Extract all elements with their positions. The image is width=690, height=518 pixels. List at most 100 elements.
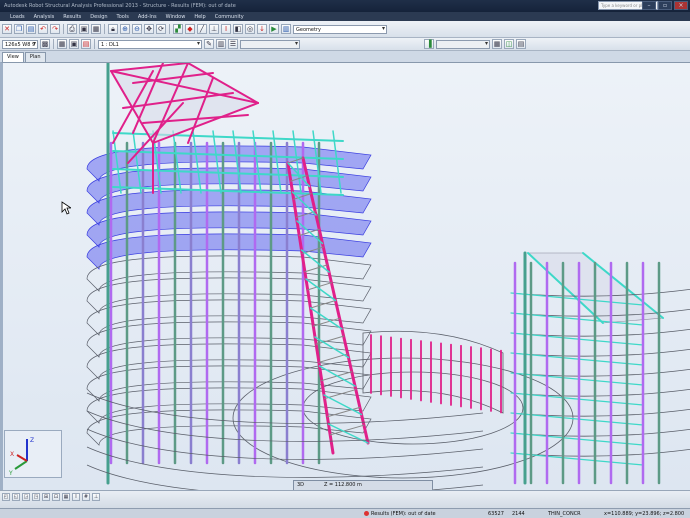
floor-slab	[86, 321, 372, 358]
view-yz-icon[interactable]: ◲	[22, 493, 30, 501]
view-select[interactable]	[240, 39, 300, 49]
floor-slab	[86, 343, 372, 380]
axis-x-label: X	[10, 451, 14, 458]
view-mode-label[interactable]: 3D	[297, 482, 304, 488]
display-attr-icon[interactable]: ▦	[62, 493, 70, 501]
menu-window[interactable]: Window	[166, 14, 186, 20]
display-icon[interactable]: ▞	[173, 24, 183, 34]
cursor-coordinates: x=110.889; y=23.896; z=2.800	[604, 511, 685, 517]
section-props-icon[interactable]: ▩	[40, 39, 50, 49]
axis-triad-icon: Z Y X	[8, 437, 34, 477]
print-icon[interactable]: ⎙	[67, 24, 77, 34]
z-level-readout: Z = 112.800 m	[324, 482, 362, 488]
display-view-icon[interactable]: ▣	[69, 39, 79, 49]
view-tabs: View Plan	[2, 52, 46, 62]
tab-plan[interactable]: Plan	[24, 52, 46, 62]
calc-options-icon[interactable]: ▐	[424, 39, 434, 49]
menu-bar: Loads Analysis Results Design Tools Add-…	[0, 12, 690, 21]
view-toolbar: ◰ ◱ ◲ ◳ ⊞ ⊡ ▦ I # ⊥	[0, 490, 690, 508]
main-toolbar: ✕ ❐ ▤ ↶ ↷ ⎙ ▣ ▦ 🔒︎ ⊕ ⊖ ✥ ⟳ ▞ ◆ ╱ ⊥ I ◧ ◎…	[0, 21, 690, 38]
close-icon[interactable]: ✕	[2, 24, 12, 34]
section-select-value: 126x5 W8 9	[5, 41, 36, 48]
results-map-icon[interactable]: ◫	[504, 39, 514, 49]
title-bar: Autodesk Robot Structural Analysis Profe…	[0, 0, 690, 12]
view-xz-icon[interactable]: ◱	[12, 493, 20, 501]
tab-view[interactable]: View	[2, 52, 24, 62]
structure-3d-view[interactable]	[3, 63, 690, 490]
close-button[interactable]: ×	[674, 1, 688, 10]
menu-analysis[interactable]: Analysis	[34, 14, 55, 20]
section-shape-icon[interactable]: I	[72, 493, 80, 501]
axis-indicator: Z Y X	[4, 430, 62, 478]
results-status-text: Results (FEM): out of date	[371, 511, 436, 517]
app-window: Autodesk Robot Structural Analysis Profe…	[0, 0, 690, 518]
node-count: 63527	[488, 511, 504, 517]
menu-loads[interactable]: Loads	[10, 14, 25, 20]
lock-icon[interactable]: 🔒︎	[108, 24, 118, 34]
supports-display-icon[interactable]: ⊥	[92, 493, 100, 501]
axis-z-label: Z	[30, 437, 34, 444]
material-label: THIN_CONCR	[548, 511, 581, 517]
load-icon[interactable]: ↓	[257, 24, 267, 34]
section-icon[interactable]: I	[221, 24, 231, 34]
view-3d-icon[interactable]: ◰	[2, 493, 10, 501]
secondary-toolbar: 126x5 W8 9 ▩ ▦ ▣ ▤ 1 : DL1 ✎ ▥ ☰ ▐ ▦ ◫ ▤	[0, 38, 690, 51]
lower-ring	[86, 446, 484, 478]
case-table-icon[interactable]: ▥	[216, 39, 226, 49]
menu-tools[interactable]: Tools	[117, 14, 129, 20]
zoom-all-icon[interactable]: ⊞	[42, 493, 50, 501]
support-icon[interactable]: ⊥	[209, 24, 219, 34]
results-table-icon[interactable]: ▤	[516, 39, 526, 49]
ground-ring	[232, 357, 574, 479]
menu-add-ins[interactable]: Add-Ins	[138, 14, 157, 20]
preview-icon[interactable]: ▣	[79, 24, 89, 34]
results-select[interactable]	[436, 39, 490, 49]
window-title: Autodesk Robot Structural Analysis Profe…	[4, 3, 236, 9]
menu-help[interactable]: Help	[194, 14, 205, 20]
layout-select-value: Geometry	[296, 26, 321, 33]
window-controls: – ▫ ×	[642, 1, 688, 10]
paste-icon[interactable]: ▤	[26, 24, 36, 34]
layout-select[interactable]: Geometry	[293, 24, 387, 34]
bar-count: 2144	[512, 511, 525, 517]
results-graph-icon[interactable]: ▦	[492, 39, 502, 49]
zoom-out-icon[interactable]: ⊖	[132, 24, 142, 34]
results-icon[interactable]: ▥	[281, 24, 291, 34]
case-edit-icon[interactable]: ✎	[204, 39, 214, 49]
node-icon[interactable]: ◆	[185, 24, 195, 34]
minimize-button[interactable]: –	[642, 1, 656, 10]
display-loads-icon[interactable]: ▤	[81, 39, 91, 49]
rotate-icon[interactable]: ⟳	[156, 24, 166, 34]
material-icon[interactable]: ◧	[233, 24, 243, 34]
load-case-select-value: 1 : DL1	[101, 41, 119, 48]
cursor-icon	[61, 201, 71, 215]
menu-community[interactable]: Community	[215, 14, 244, 20]
release-icon[interactable]: ◎	[245, 24, 255, 34]
zoom-in-icon[interactable]: ⊕	[120, 24, 130, 34]
axis-y-label: Y	[8, 470, 13, 477]
copy-icon[interactable]: ❐	[14, 24, 24, 34]
calc-icon[interactable]: ▶	[269, 24, 279, 34]
section-select[interactable]: 126x5 W8 9	[2, 39, 38, 49]
zoom-window-icon[interactable]: ⊡	[52, 493, 60, 501]
case-list-icon[interactable]: ☰	[228, 39, 238, 49]
view-xy-icon[interactable]: ◳	[32, 493, 40, 501]
table-icon[interactable]: ▦	[91, 24, 101, 34]
status-bar: Results (FEM): out of date 63527 2144 TH…	[0, 508, 690, 518]
bridge-outline	[362, 330, 504, 414]
status-dot-icon	[364, 511, 369, 516]
load-case-select[interactable]: 1 : DL1	[98, 39, 202, 49]
display-table-icon[interactable]: ▦	[57, 39, 67, 49]
numbering-icon[interactable]: #	[82, 493, 90, 501]
pan-icon[interactable]: ✥	[144, 24, 154, 34]
bar-icon[interactable]: ╱	[197, 24, 207, 34]
menu-results[interactable]: Results	[63, 14, 81, 20]
floor-slab	[86, 299, 372, 336]
redo-icon[interactable]: ↷	[50, 24, 60, 34]
menu-design[interactable]: Design	[90, 14, 107, 20]
model-viewport[interactable]	[0, 62, 690, 490]
ramp-brace	[323, 394, 363, 416]
maximize-button[interactable]: ▫	[658, 1, 672, 10]
undo-icon[interactable]: ↶	[38, 24, 48, 34]
results-status: Results (FEM): out of date	[364, 511, 436, 517]
